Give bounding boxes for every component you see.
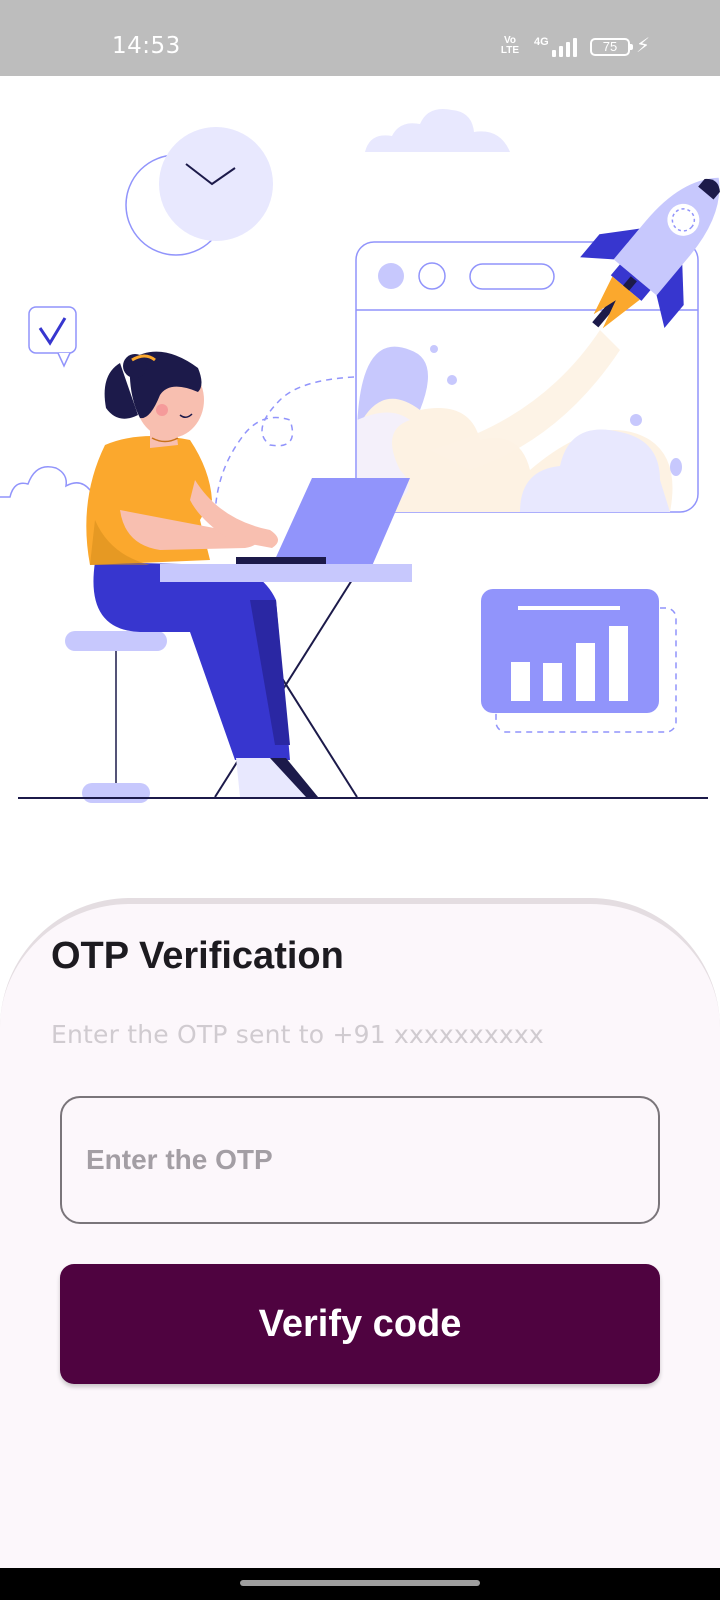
otp-input[interactable] bbox=[60, 1096, 660, 1224]
stool bbox=[65, 631, 167, 803]
cloud-icon bbox=[365, 108, 510, 152]
charging-icon: ⚡ bbox=[636, 35, 651, 57]
home-indicator[interactable] bbox=[240, 1580, 480, 1586]
otp-card bbox=[0, 898, 720, 1568]
system-nav-bar bbox=[0, 1568, 720, 1600]
check-chat-icon bbox=[28, 306, 77, 368]
otp-instructions: Enter the OTP sent to +91 xxxxxxxxxx bbox=[51, 1020, 544, 1049]
page-title: OTP Verification bbox=[51, 935, 344, 977]
clock-icon bbox=[125, 127, 273, 256]
hero-illustration bbox=[0, 108, 720, 803]
bar-chart-icon bbox=[481, 589, 677, 733]
volte-icon: Vo LTE bbox=[500, 35, 520, 56]
signal-icon bbox=[552, 37, 582, 57]
network-type-label: 4G bbox=[534, 36, 549, 48]
status-bar: 14:53 Vo LTE 4G 75 ⚡ bbox=[0, 0, 720, 76]
status-icons: Vo LTE 4G 75 ⚡ bbox=[500, 34, 670, 60]
status-time: 14:53 bbox=[112, 33, 181, 59]
laptop-icon bbox=[236, 478, 410, 566]
battery-icon: 75 bbox=[590, 38, 633, 56]
verify-code-button[interactable]: Verify code bbox=[60, 1264, 660, 1384]
